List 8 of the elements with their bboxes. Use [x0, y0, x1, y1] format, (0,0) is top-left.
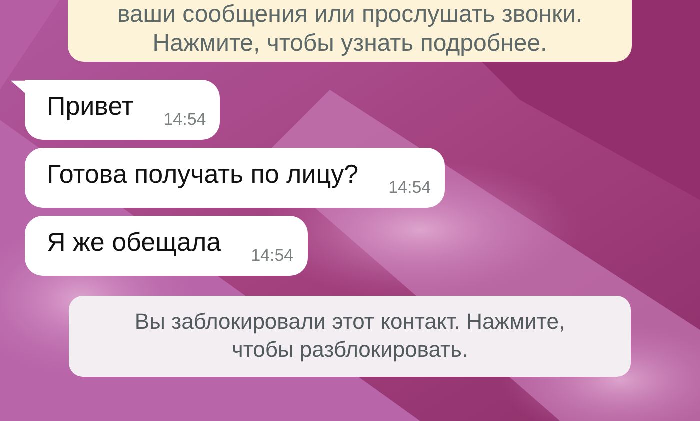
message-text: Готова получать по лицу?: [47, 158, 359, 190]
message-text: Привет: [47, 90, 134, 122]
message-text: Я же обещала: [47, 226, 222, 258]
blocked-contact-notice[interactable]: Вы заблокировали этот контакт. Нажмите, чтобы разблокировать.: [69, 296, 631, 377]
message-time: 14:54: [388, 178, 432, 198]
encryption-notice[interactable]: ваши сообщения или прослушать звонки. Нажмите, чтобы узнать подробнее.: [68, 0, 632, 62]
message-time: 14:54: [164, 110, 206, 130]
message-time: 14:54: [251, 246, 294, 266]
